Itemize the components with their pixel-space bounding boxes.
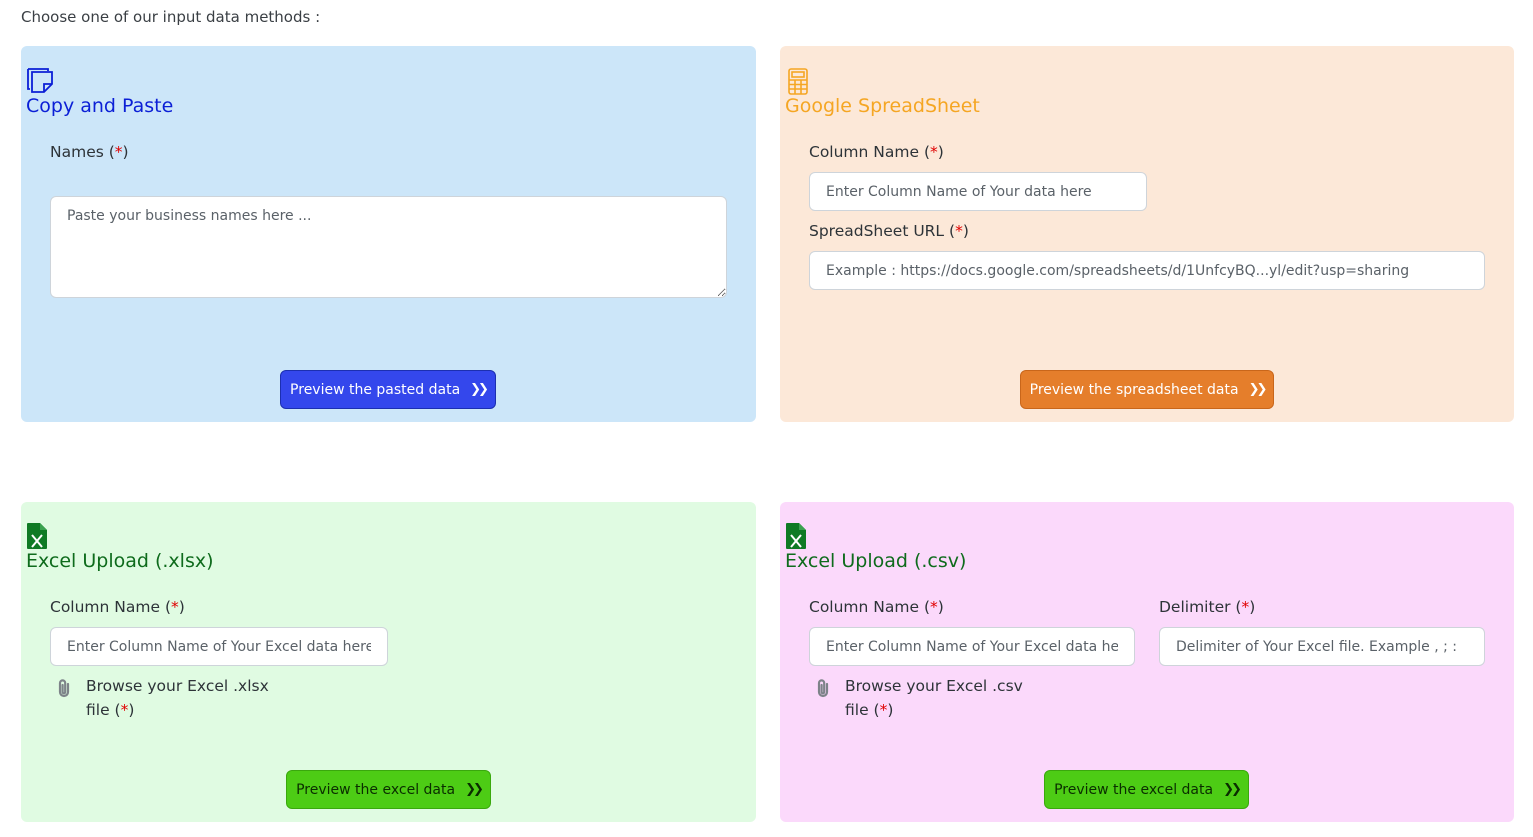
column-name-input[interactable] — [809, 172, 1147, 211]
browse-file-control[interactable]: Browse your Excel .csv file (*) — [811, 674, 1023, 722]
double-chevron-right-icon: ❯❯ — [465, 782, 484, 797]
paperclip-icon — [58, 679, 70, 698]
browse-label: Browse your Excel .xlsx — [86, 677, 269, 695]
browse-label-file: file (*) — [845, 701, 894, 719]
browse-label-file: file (*) — [86, 701, 135, 719]
column-name-label: Column Name (*) — [50, 598, 185, 616]
names-textarea[interactable] — [50, 196, 727, 298]
delimiter-input[interactable] — [1159, 627, 1485, 666]
google-spreadsheet-card: Google SpreadSheet Column Name (*) Sprea… — [780, 46, 1514, 422]
column-name-input[interactable] — [50, 627, 388, 666]
button-label: Preview the pasted data — [290, 381, 461, 398]
preview-excel-xlsx-button[interactable]: Preview the excel data ❯❯ — [286, 770, 491, 809]
preview-pasted-button[interactable]: Preview the pasted data ❯❯ — [280, 370, 496, 409]
button-label: Preview the excel data — [296, 781, 456, 798]
preview-spreadsheet-button[interactable]: Preview the spreadsheet data ❯❯ — [1020, 370, 1274, 409]
spreadsheet-url-input[interactable] — [809, 251, 1485, 290]
double-chevron-right-icon: ❯❯ — [1223, 782, 1242, 797]
button-label: Preview the excel data — [1054, 781, 1214, 798]
column-name-label: Column Name (*) — [809, 143, 944, 161]
copy-paste-card: Copy and Paste Names (*) Preview the pas… — [21, 46, 756, 422]
paperclip-icon — [817, 679, 829, 698]
column-name-label: Column Name (*) — [809, 598, 944, 616]
excel-xlsx-card: Excel Upload (.xlsx) Column Name (*) Bro… — [21, 502, 756, 822]
card-title: Copy and Paste — [26, 95, 174, 117]
preview-excel-csv-button[interactable]: Preview the excel data ❯❯ — [1044, 770, 1249, 809]
button-label: Preview the spreadsheet data — [1029, 381, 1239, 398]
card-title: Excel Upload (.csv) — [785, 550, 967, 572]
card-title: Excel Upload (.xlsx) — [26, 550, 214, 572]
browse-label: Browse your Excel .csv — [845, 677, 1023, 695]
column-name-input[interactable] — [809, 627, 1135, 666]
spreadsheet-url-label: SpreadSheet URL (*) — [809, 222, 969, 240]
names-label: Names (*) — [50, 143, 129, 161]
delimiter-label: Delimiter (*) — [1159, 598, 1256, 616]
double-chevron-right-icon: ❯❯ — [470, 382, 489, 397]
double-chevron-right-icon: ❯❯ — [1248, 382, 1268, 397]
browse-file-control[interactable]: Browse your Excel .xlsx file (*) — [52, 674, 269, 722]
card-title: Google SpreadSheet — [785, 95, 980, 117]
intro-text: Choose one of our input data methods : — [21, 8, 321, 26]
excel-csv-card: Excel Upload (.csv) Column Name (*) Deli… — [780, 502, 1514, 822]
